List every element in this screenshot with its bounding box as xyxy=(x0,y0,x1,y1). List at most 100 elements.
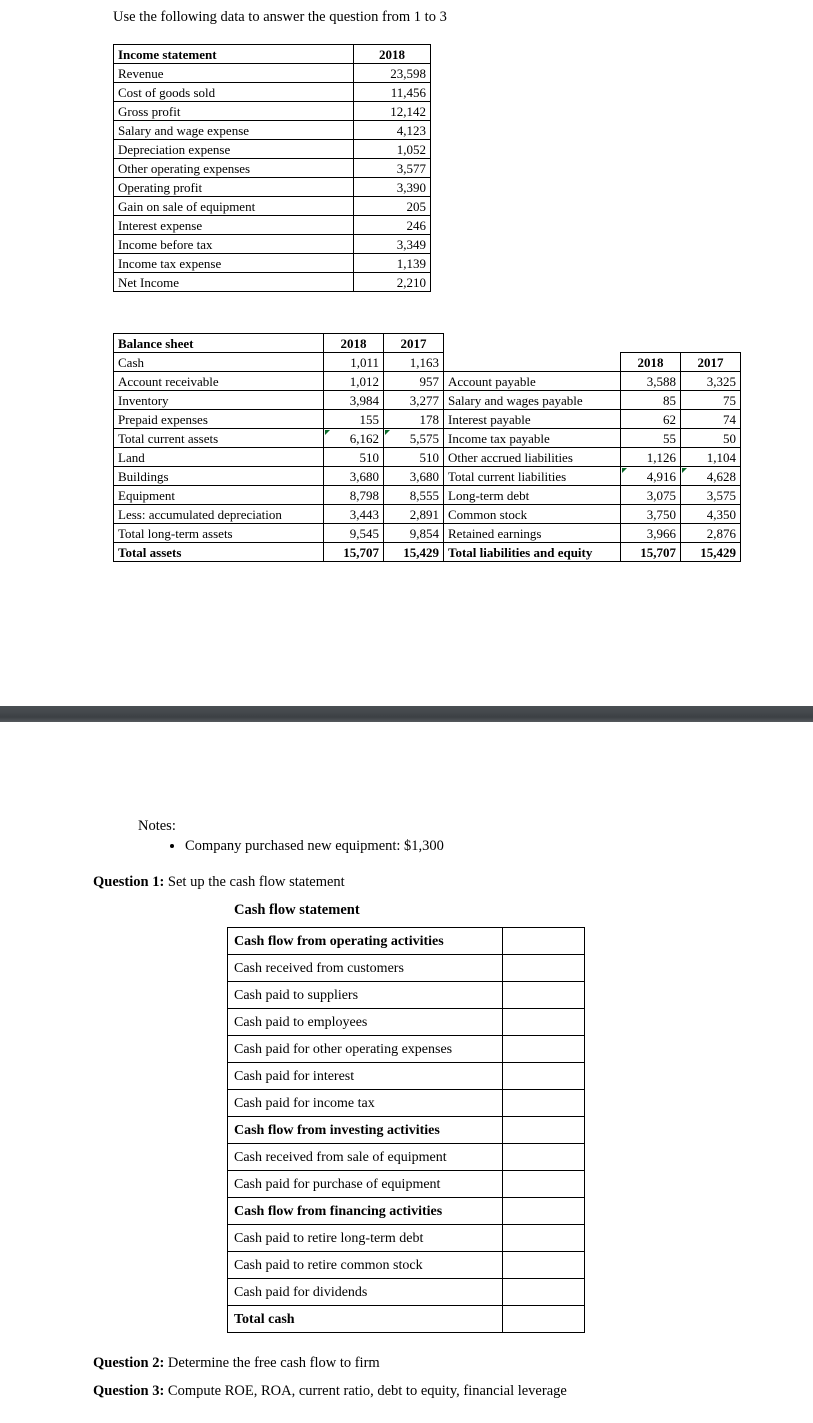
row-value-2018: 6,162 xyxy=(323,428,384,448)
question-3-prefix: Question 3: xyxy=(93,1383,165,1399)
row-value-2017: 1,104 xyxy=(680,447,741,467)
row-label: Salary and wages payable xyxy=(443,390,621,410)
cash-flow-row-label: Cash paid to retire long-term debt xyxy=(227,1224,503,1252)
table-row: Cash paid for purchase of equipment xyxy=(227,1170,585,1198)
table-row: Cash paid for dividends xyxy=(227,1278,585,1306)
table-row: Cash 1,011 1,163 2018 2017 xyxy=(113,352,741,372)
table-row: Buildings 3,680 3,680 Total current liabili… xyxy=(113,466,741,486)
row-label: Prepaid expenses xyxy=(113,409,324,429)
spacer-cell xyxy=(444,353,621,372)
cash-flow-row-value[interactable] xyxy=(502,1008,585,1036)
row-value-2018: 1,012 xyxy=(323,371,384,391)
row-value-2018: 4,123 xyxy=(353,120,431,140)
cash-flow-row-value[interactable] xyxy=(502,1305,585,1333)
row-label: Account payable xyxy=(443,371,621,391)
row-label: Gain on sale of equipment xyxy=(113,196,354,216)
row-value-2018: 3,390 xyxy=(353,177,431,197)
table-row: Inventory 3,984 3,277 Salary and wages paya… xyxy=(113,390,741,410)
row-label: Other operating expenses xyxy=(113,158,354,178)
income-statement-table: Income statement 2018 Revenue 23,598 Cost of… xyxy=(113,44,431,292)
cash-flow-row-value[interactable] xyxy=(502,1197,585,1225)
question-2-text: Determine the free cash flow to firm xyxy=(164,1355,380,1371)
row-label: Salary and wage expense xyxy=(113,120,354,140)
cash-flow-row-label: Cash paid for purchase of equipment xyxy=(227,1170,503,1198)
row-value-2017: 510 xyxy=(383,447,444,467)
cash-flow-row-value[interactable] xyxy=(502,1278,585,1306)
cash-flow-row-value[interactable] xyxy=(502,1224,585,1252)
row-label: Gross profit xyxy=(113,101,354,121)
cash-flow-row-value[interactable] xyxy=(502,1116,585,1144)
row-value-2017: 3,680 xyxy=(383,466,444,486)
cash-flow-body: Cash flow from operating activities Cash … xyxy=(227,927,585,1333)
row-label: Account receivable xyxy=(113,371,324,391)
table-row: Total long-term assets 9,545 9,854 Retained… xyxy=(113,523,741,543)
table-row: Total current assets 6,162 5,575 Income tax… xyxy=(113,428,741,448)
liabilities-2017-header: 2017 xyxy=(680,352,741,372)
row-value-2018: 3,075 xyxy=(620,485,681,505)
row-value-2018: 1,011 xyxy=(323,352,384,372)
row-value-2018: 1,052 xyxy=(353,139,431,159)
cash-flow-section-header: Cash flow from financing activities xyxy=(227,1197,503,1225)
row-value-2018: 85 xyxy=(620,390,681,410)
row-value-2017: 75 xyxy=(680,390,741,410)
row-label: Cost of goods sold xyxy=(113,82,354,102)
table-row: Cash received from customers xyxy=(227,954,585,982)
question-2: Question 2: Determine the free cash flow… xyxy=(93,1355,380,1372)
row-value-2018: 1,139 xyxy=(353,253,431,273)
liabilities-2018-header: 2018 xyxy=(620,352,681,372)
cash-flow-row-value[interactable] xyxy=(502,981,585,1009)
row-value-2017: 957 xyxy=(383,371,444,391)
row-label: Buildings xyxy=(113,466,324,486)
row-value-2018: 3,750 xyxy=(620,504,681,524)
question-1-prefix: Question 1: xyxy=(93,874,165,890)
row-value-2017: 15,429 xyxy=(680,542,741,562)
cash-flow-row-value[interactable] xyxy=(502,927,585,955)
table-row: Cash received from sale of equipment xyxy=(227,1143,585,1171)
cash-flow-row-value[interactable] xyxy=(502,1251,585,1279)
cash-flow-row-value[interactable] xyxy=(502,1062,585,1090)
row-value-2018: 11,456 xyxy=(353,82,431,102)
cash-flow-section-header: Total cash xyxy=(227,1305,503,1333)
row-value-2018: 3,577 xyxy=(353,158,431,178)
cash-flow-row-label: Cash paid to suppliers xyxy=(227,981,503,1009)
cash-flow-row-value[interactable] xyxy=(502,954,585,982)
table-row: Salary and wage expense 4,123 xyxy=(113,120,431,140)
cash-flow-row-value[interactable] xyxy=(502,1089,585,1117)
table-row: Prepaid expenses 155 178 Interest payable 62… xyxy=(113,409,741,429)
row-value-2018: 12,142 xyxy=(353,101,431,121)
row-label: Total current liabilities xyxy=(443,466,621,486)
cash-flow-row-value[interactable] xyxy=(502,1035,585,1063)
row-value-2017: 3,325 xyxy=(680,371,741,391)
row-label: Other accrued liabilities xyxy=(443,447,621,467)
table-row: Cash flow from operating activities xyxy=(227,927,585,955)
balance-sheet-table: Balance sheet 2018 2017 Cash 1,011 1,163 2018 2… xyxy=(113,333,741,562)
table-row: Cash paid to employees xyxy=(227,1008,585,1036)
row-value-2017: 15,429 xyxy=(383,542,444,562)
table-row: Cash paid to suppliers xyxy=(227,981,585,1009)
table-header-row: Balance sheet 2018 2017 xyxy=(113,333,741,353)
cash-flow-row-value[interactable] xyxy=(502,1170,585,1198)
row-label: Operating profit xyxy=(113,177,354,197)
page-divider-bar xyxy=(0,706,813,722)
row-value-2018: 1,126 xyxy=(620,447,681,467)
assets-2017-header: 2017 xyxy=(383,333,444,353)
row-value-2017: 3,277 xyxy=(383,390,444,410)
assets-2018-header: 2018 xyxy=(323,333,384,353)
row-label: Less: accumulated depreciation xyxy=(113,504,324,524)
cash-flow-row-label: Cash paid to employees xyxy=(227,1008,503,1036)
table-row: Depreciation expense 1,052 xyxy=(113,139,431,159)
row-label: Income tax payable xyxy=(443,428,621,448)
row-value-2017: 8,555 xyxy=(383,485,444,505)
row-label: Common stock xyxy=(443,504,621,524)
table-row: Cash paid to retire common stock xyxy=(227,1251,585,1279)
row-label: Net Income xyxy=(113,272,354,292)
row-value-2018: 155 xyxy=(323,409,384,429)
cash-flow-row-value[interactable] xyxy=(502,1143,585,1171)
notes-list: Company purchased new equipment: $1,300 xyxy=(155,837,444,857)
row-value-2018: 3,588 xyxy=(620,371,681,391)
row-value-2017: 9,854 xyxy=(383,523,444,543)
row-label: Income before tax xyxy=(113,234,354,254)
table-row: Net Income 2,210 xyxy=(113,272,431,292)
row-value-2018: 3,966 xyxy=(620,523,681,543)
cash-flow-row-label: Cash received from customers xyxy=(227,954,503,982)
